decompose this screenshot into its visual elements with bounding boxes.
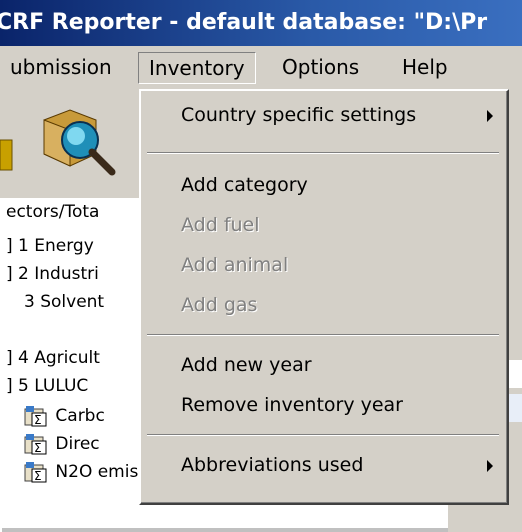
- menu-item-abbreviations[interactable]: Abbreviations used: [145, 447, 501, 483]
- expand-toggle[interactable]: ]: [6, 348, 13, 368]
- tree-item[interactable]: ] 4 Agricult: [6, 344, 100, 372]
- tree-item[interactable]: Σ Carbc: [24, 402, 105, 430]
- folder-icon[interactable]: [0, 139, 13, 171]
- menu-item-add-gas: Add gas: [145, 287, 501, 323]
- tree-item[interactable]: 3 Solvent: [24, 288, 104, 316]
- menu-item-label: Country specific settings: [181, 104, 417, 126]
- menu-item-label: Add category: [181, 174, 308, 196]
- tree-item-label: 2 Industri: [18, 264, 99, 284]
- menu-submission[interactable]: ubmission: [0, 52, 122, 82]
- menu-item-label: Add gas: [181, 294, 258, 316]
- horizontal-scrollbar[interactable]: [2, 528, 448, 532]
- tree-path-label: ectors/Tota: [6, 202, 100, 222]
- menu-bar: ubmission Inventory Options Help: [0, 48, 522, 88]
- menu-help[interactable]: Help: [392, 52, 458, 82]
- menu-item-add-animal: Add animal: [145, 247, 501, 283]
- tree-item[interactable]: ] 5 LULUC: [6, 372, 88, 400]
- tree-item-label: Direc: [55, 434, 100, 454]
- menu-item-add-new-year[interactable]: Add new year: [145, 347, 501, 383]
- menu-item-label: Remove inventory year: [181, 394, 403, 416]
- menu-separator: [147, 152, 499, 154]
- sigma-table-icon: Σ: [24, 406, 47, 427]
- menu-item-label: Add fuel: [181, 214, 260, 236]
- menu-item-add-category[interactable]: Add category: [145, 167, 501, 203]
- svg-text:Σ: Σ: [34, 441, 42, 455]
- tree-item-label: Carbc: [55, 406, 105, 426]
- menu-item-add-fuel: Add fuel: [145, 207, 501, 243]
- tree-item[interactable]: Σ Direc: [24, 430, 100, 458]
- menu-item-label: Add animal: [181, 254, 289, 276]
- tree-item-label: 5 LULUC: [18, 376, 89, 396]
- svg-text:Σ: Σ: [34, 413, 42, 427]
- tree-item-label: 1 Energy: [18, 236, 94, 256]
- menu-options[interactable]: Options: [272, 52, 369, 82]
- expand-toggle[interactable]: ]: [6, 376, 13, 396]
- menu-item-label: Abbreviations used: [181, 454, 364, 476]
- toolbar-icons: [0, 109, 116, 176]
- svg-text:Σ: Σ: [34, 469, 42, 483]
- window-title: CRF Reporter - default database: "D:\Pr: [0, 10, 488, 35]
- expand-toggle[interactable]: ]: [6, 236, 13, 256]
- menu-item-label: Add new year: [181, 354, 312, 376]
- submenu-arrow-icon: [487, 460, 493, 472]
- menu-item-country-settings[interactable]: Country specific settings: [145, 97, 501, 133]
- sigma-table-icon: Σ: [24, 434, 47, 455]
- tree-item-label: 4 Agricult: [18, 348, 100, 368]
- menu-separator: [147, 334, 499, 336]
- search-icon[interactable]: [43, 109, 116, 176]
- title-bar: CRF Reporter - default database: "D:\Pr: [0, 0, 522, 46]
- tree-item-label: 3 Solvent: [24, 292, 105, 312]
- inventory-dropdown-menu: Country specific settings Add category A…: [139, 89, 509, 505]
- menu-separator: [147, 434, 499, 436]
- submenu-arrow-icon: [487, 110, 493, 122]
- sigma-table-icon: Σ: [24, 462, 47, 483]
- tree-item[interactable]: ] 1 Energy: [6, 232, 94, 260]
- expand-toggle[interactable]: ]: [6, 264, 13, 284]
- menu-item-remove-inventory-year[interactable]: Remove inventory year: [145, 387, 501, 423]
- menu-inventory[interactable]: Inventory: [138, 52, 256, 84]
- tree-item[interactable]: ] 2 Industri: [6, 260, 99, 288]
